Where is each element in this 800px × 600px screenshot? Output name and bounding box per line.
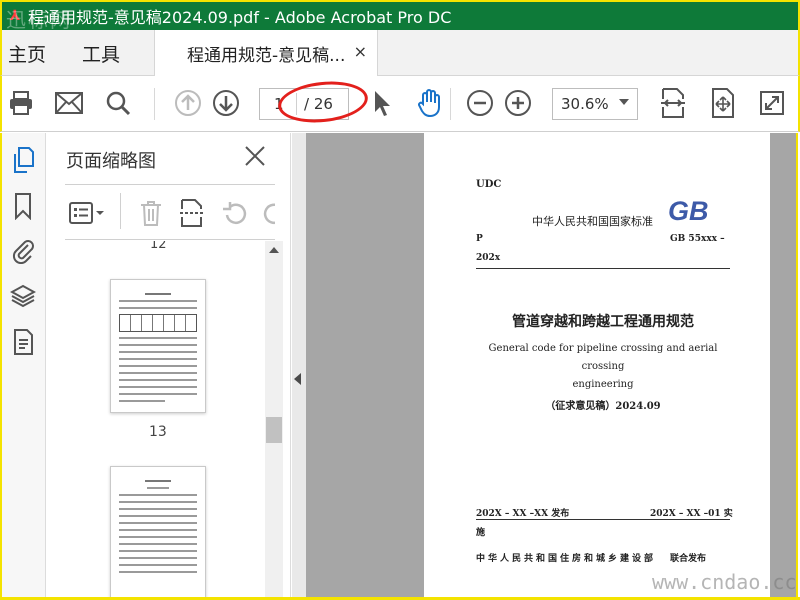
document-page: UDC 中华人民共和国国家标准 GB P GB 55xxx – 202x 管道穿… — [424, 133, 770, 600]
previous-page-icon[interactable] — [173, 88, 203, 118]
tab-close-button[interactable]: × — [354, 42, 367, 61]
toolbar-separator — [450, 88, 451, 120]
page-thumbnails-panel: 页面缩略图 12 13 — [47, 133, 291, 600]
rotate-view-icon[interactable] — [708, 88, 738, 118]
thumbnail-toolbar — [65, 189, 275, 237]
attachments-icon[interactable] — [8, 235, 38, 265]
thumbnail-page-number: 13 — [149, 424, 167, 440]
toolbar: 1 / 26 30.6% — [0, 76, 800, 132]
fit-width-icon[interactable] — [658, 88, 688, 118]
email-icon[interactable] — [54, 88, 84, 118]
thumbnail-page-number: 12 — [150, 241, 167, 252]
page-thumbnail-13[interactable] — [110, 279, 206, 413]
doc-title-en: General code for pipeline crossing and a… — [476, 340, 730, 394]
tab-tools[interactable]: 工具 — [82, 40, 120, 67]
scrollbar-thumb[interactable] — [266, 417, 282, 443]
doc-title-en-line2: engineering — [572, 379, 634, 390]
collapse-panel-icon[interactable] — [294, 373, 301, 385]
doc-ministry: 中华人民共和国住房和城乡建设部 — [476, 554, 657, 564]
doc-impl-suffix: 施 — [476, 528, 486, 538]
title-bar: ⅄ 程通用规范-意见稿2024.09.pdf - Adobe Acrobat P… — [0, 0, 800, 32]
toolbar-separator — [154, 88, 155, 120]
close-icon[interactable] — [244, 145, 266, 167]
tab-home[interactable]: 主页 — [8, 40, 46, 67]
left-navigation-rail — [0, 133, 46, 600]
extract-pages-icon[interactable] — [179, 198, 205, 232]
thumbnail-options-icon[interactable] — [69, 201, 105, 229]
gb-logo: GB — [668, 195, 718, 226]
rotate-counterclockwise-icon[interactable] — [221, 201, 249, 231]
thumbnail-scrollbar[interactable] — [265, 241, 283, 600]
delete-icon[interactable] — [139, 199, 163, 231]
content-icon[interactable] — [8, 327, 38, 357]
acrobat-icon[interactable]: ⅄ — [4, 5, 26, 27]
panel-divider — [65, 239, 275, 240]
scroll-up-icon[interactable] — [269, 247, 279, 253]
layers-icon[interactable] — [8, 281, 38, 311]
search-icon[interactable] — [103, 88, 133, 118]
page-thumbnails-icon[interactable] — [8, 145, 38, 175]
doc-gb-number: GB 55xxx – — [670, 234, 725, 244]
tab-document-label: 程通用规范-意见稿... — [187, 45, 346, 66]
zoom-out-icon[interactable] — [465, 88, 495, 118]
doc-udc: UDC — [476, 179, 502, 190]
doc-title-en-line1: General code for pipeline crossing and a… — [488, 343, 718, 372]
next-page-icon[interactable] — [211, 88, 241, 118]
thumbnail-list: 12 13 — [47, 241, 267, 600]
zoom-level-value: 30.6% — [561, 95, 609, 113]
doc-rule — [476, 268, 730, 269]
tab-document[interactable]: 程通用规范-意见稿... × — [154, 30, 378, 76]
zoom-in-icon[interactable] — [503, 88, 533, 118]
full-screen-icon[interactable] — [757, 88, 787, 118]
doc-year: 202x — [476, 253, 501, 263]
window-title: 程通用规范-意见稿2024.09.pdf - Adobe Acrobat Pro… — [28, 8, 452, 27]
zoom-level-select[interactable]: 30.6% — [552, 88, 638, 120]
gb-logo-text: GB — [668, 196, 709, 225]
panel-collapse-strip[interactable] — [292, 133, 306, 600]
panel-divider — [65, 184, 275, 185]
doc-joint-issue: 联合发布 — [670, 554, 707, 564]
hand-tool-icon[interactable] — [415, 88, 445, 118]
document-view[interactable]: UDC 中华人民共和国国家标准 GB P GB 55xxx – 202x 管道穿… — [292, 133, 798, 600]
select-cursor-icon[interactable] — [368, 88, 398, 118]
doc-rule — [476, 519, 730, 520]
doc-title-cn: 管道穿越和跨越工程通用规范 — [512, 314, 694, 330]
doc-national-standard: 中华人民共和国国家标准 — [532, 215, 653, 228]
chevron-down-icon — [619, 99, 629, 105]
doc-impl-date: 202X – XX –01 实 — [650, 509, 733, 519]
doc-p-label: P — [476, 234, 483, 244]
panel-title: 页面缩略图 — [66, 151, 156, 172]
bookmarks-icon[interactable] — [8, 191, 38, 221]
toolbar-separator — [120, 193, 121, 229]
rotate-clockwise-icon[interactable] — [261, 201, 275, 231]
page-thumbnail-14[interactable] — [110, 466, 206, 600]
doc-draft-label: （征求意见稿）2024.09 — [545, 401, 661, 412]
doc-issue-date: 202X – XX –XX 发布 — [476, 509, 570, 519]
tab-bar: 主页 工具 程通用规范-意见稿... × — [0, 30, 800, 76]
print-icon[interactable] — [6, 88, 36, 118]
